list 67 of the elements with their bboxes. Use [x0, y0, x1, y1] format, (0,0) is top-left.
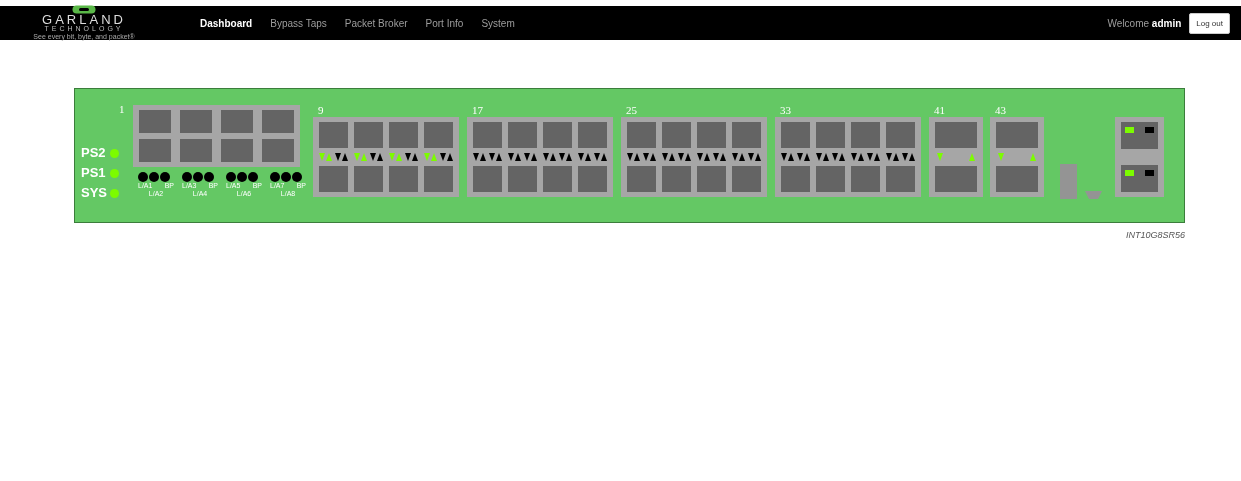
network-port[interactable] — [389, 166, 418, 192]
network-port[interactable] — [578, 122, 607, 148]
network-port[interactable] — [180, 139, 212, 162]
model-name: INT10G8SR56 — [1125, 230, 1185, 240]
network-port[interactable] — [816, 122, 845, 148]
network-port[interactable] — [851, 166, 880, 192]
network-port[interactable] — [781, 166, 810, 192]
network-port[interactable] — [935, 122, 977, 148]
network-port[interactable] — [180, 110, 212, 133]
nav-link[interactable]: Packet Broker — [335, 17, 417, 29]
network-port[interactable] — [389, 122, 418, 148]
network-port[interactable] — [781, 122, 810, 148]
network-port[interactable] — [473, 122, 502, 148]
network-port[interactable] — [221, 110, 253, 133]
network-port[interactable] — [139, 139, 171, 162]
network-port[interactable] — [424, 122, 453, 148]
network-port[interactable] — [662, 122, 691, 148]
port-number: 25 — [626, 103, 638, 117]
nav-link[interactable]: Port Info — [416, 17, 473, 29]
network-port[interactable] — [319, 166, 348, 192]
status-label: PS2 — [81, 144, 107, 162]
network-port[interactable] — [886, 122, 915, 148]
nav-link[interactable]: Bypass Taps — [261, 17, 336, 29]
network-port[interactable] — [662, 166, 691, 192]
connector-icon — [1085, 191, 1102, 199]
network-port[interactable] — [816, 166, 845, 192]
network-port[interactable] — [508, 166, 537, 192]
network-port[interactable] — [627, 122, 656, 148]
port-number: 43 — [995, 103, 1007, 117]
welcome-text: Welcome admin — [1107, 17, 1182, 29]
port-number: 33 — [780, 103, 792, 117]
network-port[interactable] — [996, 122, 1038, 148]
logout-button[interactable]: Log out — [1189, 12, 1230, 34]
ethernet-port[interactable] — [1121, 122, 1158, 149]
port-number: 9 — [318, 103, 325, 117]
ethernet-port[interactable] — [1121, 165, 1158, 192]
network-port[interactable] — [578, 166, 607, 192]
network-port[interactable] — [697, 166, 726, 192]
port-number: 17 — [472, 103, 484, 117]
network-port[interactable] — [732, 166, 761, 192]
status-label: PS1 — [81, 164, 107, 182]
port-number: 1 — [119, 103, 126, 117]
network-port[interactable] — [473, 166, 502, 192]
network-port[interactable] — [851, 122, 880, 148]
network-port[interactable] — [996, 166, 1038, 192]
network-port[interactable] — [627, 166, 656, 192]
network-port[interactable] — [424, 166, 453, 192]
status-label: SYS — [81, 184, 108, 202]
network-port[interactable] — [354, 166, 383, 192]
logo-wordmark: GARLAND — [42, 14, 126, 25]
network-port[interactable] — [935, 166, 977, 192]
usb-slot — [1060, 164, 1077, 199]
network-port[interactable] — [319, 122, 348, 148]
network-port[interactable] — [732, 122, 761, 148]
network-port[interactable] — [354, 122, 383, 148]
port-number: 41 — [934, 103, 946, 117]
network-port[interactable] — [262, 110, 294, 133]
network-port[interactable] — [262, 139, 294, 162]
nav-link[interactable]: System — [472, 17, 524, 29]
network-port[interactable] — [139, 110, 171, 133]
network-port[interactable] — [886, 166, 915, 192]
network-port[interactable] — [221, 139, 253, 162]
network-port[interactable] — [697, 122, 726, 148]
nav-link[interactable]: Dashboard — [191, 17, 262, 29]
network-port[interactable] — [508, 122, 537, 148]
network-port[interactable] — [543, 166, 572, 192]
network-port[interactable] — [543, 122, 572, 148]
